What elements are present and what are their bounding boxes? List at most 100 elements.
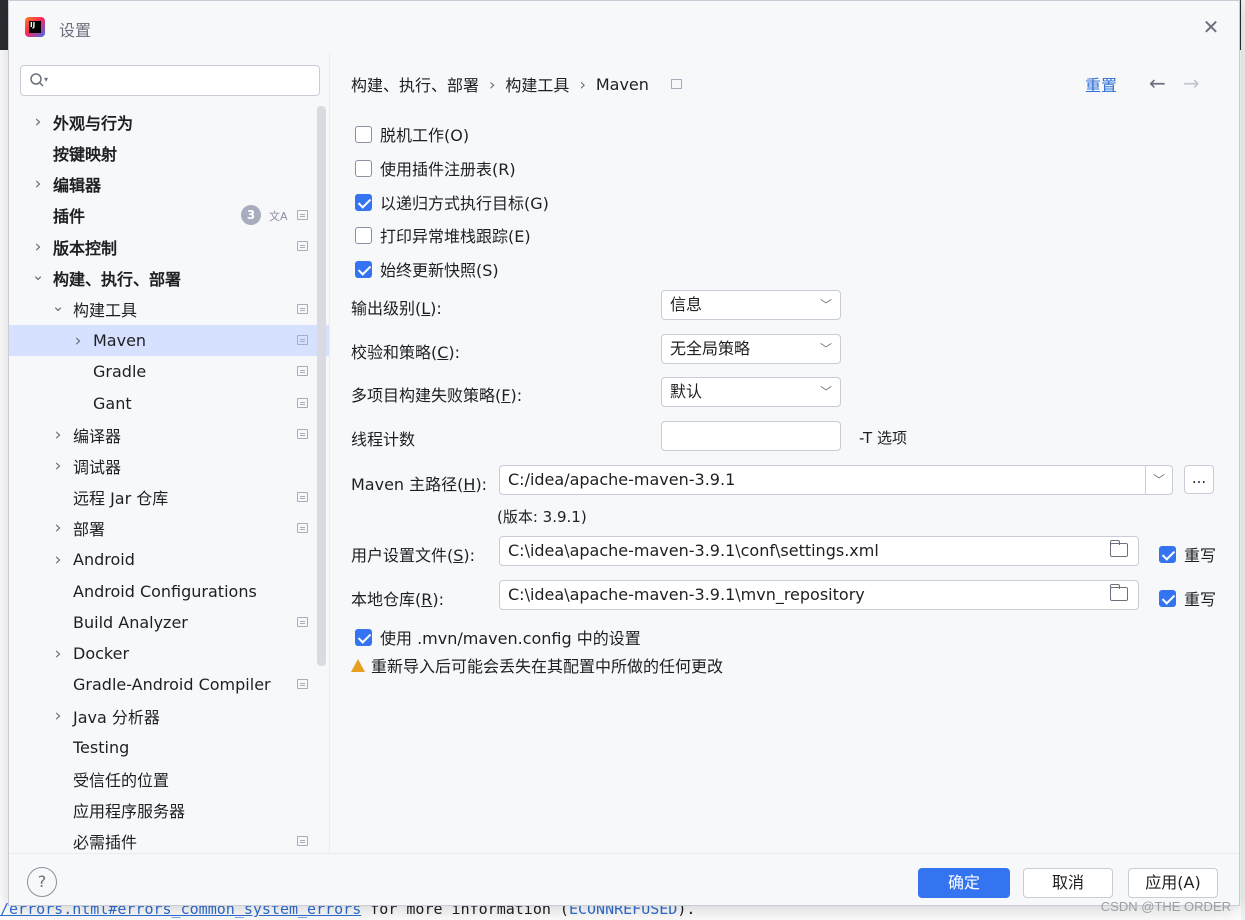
tree-item[interactable]: ⌄ 构建、执行、部署 xyxy=(9,263,329,294)
tree-item[interactable]: 应用程序服务器 xyxy=(9,795,329,826)
project-scope-icon xyxy=(297,335,308,346)
update-snapshots-checkbox[interactable] xyxy=(355,260,372,278)
tree-item-label: Maven xyxy=(93,331,147,351)
checkbox-label: 始终更新快照(S) xyxy=(380,261,499,280)
folder-icon[interactable] xyxy=(1110,540,1128,557)
select-value: 默认 xyxy=(670,382,703,401)
reset-link[interactable]: 重置 xyxy=(1085,72,1117,96)
use-mvn-config-row[interactable]: 使用 .mvn/maven.config 中的设置 xyxy=(355,625,641,649)
tree-item[interactable]: › 编译器 xyxy=(9,419,329,450)
tree-item[interactable]: Gradle xyxy=(9,356,329,387)
search-dropdown-icon[interactable]: ▾ xyxy=(44,75,48,84)
tree-item[interactable]: › 外观与行为 xyxy=(9,106,329,137)
tree-item[interactable]: Android Configurations xyxy=(9,576,329,607)
tree-item[interactable]: › Maven xyxy=(9,325,329,357)
dialog-title: 设置 xyxy=(59,21,92,40)
tree-item-label: Android xyxy=(73,550,135,570)
apply-button[interactable]: 应用(A) xyxy=(1128,868,1218,898)
tree-item[interactable]: › 编辑器 xyxy=(9,169,329,200)
thread-count-input[interactable] xyxy=(661,421,841,451)
tree-item[interactable]: Gradle-Android Compiler xyxy=(9,669,329,700)
maven-home-combo[interactable]: C:/idea/apache-maven-3.9.1 ﹀ xyxy=(499,465,1173,495)
plugin-registry-checkbox-row[interactable]: 使用插件注册表(R) xyxy=(355,156,516,180)
tree-scrollbar[interactable] xyxy=(317,106,326,666)
chevron-right-icon[interactable]: › xyxy=(51,551,65,568)
tree-item[interactable]: › Java 分析器 xyxy=(9,701,329,732)
use-mvn-config-checkbox[interactable] xyxy=(355,628,372,646)
chevron-right-icon[interactable]: › xyxy=(51,426,65,443)
tree-item-label: 插件 xyxy=(53,207,86,227)
tree-item-label: Gradle xyxy=(93,362,147,382)
print-stacktrace-checkbox[interactable] xyxy=(355,226,372,244)
tree-item[interactable]: › Android xyxy=(9,544,329,575)
user-settings-input[interactable]: C:\idea\apache-maven-3.9.1\conf\settings… xyxy=(499,536,1139,566)
tree-item[interactable]: 按键映射 xyxy=(9,137,329,168)
output-level-select[interactable]: 信息 ﹀ xyxy=(661,290,841,320)
local-repo-override-row[interactable]: 重写 xyxy=(1159,586,1216,610)
multiproject-fail-select[interactable]: 默认 ﹀ xyxy=(661,377,841,407)
panel-divider[interactable] xyxy=(329,53,330,853)
local-repo-override-checkbox[interactable] xyxy=(1159,589,1176,607)
cancel-button[interactable]: 取消 xyxy=(1023,868,1113,898)
checksum-policy-select[interactable]: 无全局策略 ﹀ xyxy=(661,334,841,364)
checksum-policy-label: 校验和策略(C): xyxy=(351,343,461,362)
print-stacktrace-checkbox-row[interactable]: 打印异常堆栈跟踪(E) xyxy=(355,223,531,247)
tree-item[interactable]: › 部署 xyxy=(9,513,329,544)
breadcrumb: 构建、执行、部署 › 构建工具 › Maven xyxy=(351,72,682,96)
folder-icon[interactable] xyxy=(1110,584,1128,601)
plugin-registry-checkbox[interactable] xyxy=(355,159,372,177)
browse-maven-home-button[interactable]: ... xyxy=(1184,465,1214,494)
tree-item[interactable]: Gant xyxy=(9,388,329,419)
chevron-right-icon[interactable]: › xyxy=(31,176,45,193)
tree-item[interactable]: Build Analyzer xyxy=(9,607,329,638)
tree-item[interactable]: 必需插件 xyxy=(9,826,329,851)
tree-item[interactable]: › Docker xyxy=(9,638,329,669)
chevron-right-icon[interactable]: › xyxy=(51,457,65,474)
help-button[interactable]: ? xyxy=(27,867,57,897)
tree-item[interactable]: ⌄ 构建工具 xyxy=(9,294,329,325)
settings-search-input[interactable]: ▾ xyxy=(20,65,320,96)
breadcrumb-item[interactable]: 构建、执行、部署 xyxy=(351,72,479,96)
chevron-right-icon[interactable]: › xyxy=(51,645,65,662)
project-scope-icon xyxy=(297,303,308,314)
tree-item-label: 编辑器 xyxy=(53,176,102,196)
offline-checkbox-row[interactable]: 脱机工作(O) xyxy=(355,122,469,146)
tree-item-label: Java 分析器 xyxy=(73,708,160,728)
tree-item[interactable]: › 调试器 xyxy=(9,450,329,481)
recursive-goals-checkbox[interactable] xyxy=(355,193,372,211)
back-arrow-icon[interactable]: ← xyxy=(1149,71,1166,95)
tree-item[interactable]: 插件 3 文A xyxy=(9,200,329,231)
user-settings-override-row[interactable]: 重写 xyxy=(1159,542,1216,566)
user-settings-override-checkbox[interactable] xyxy=(1159,545,1176,563)
tree-item-label: 构建工具 xyxy=(73,301,138,321)
ok-button[interactable]: 确定 xyxy=(918,868,1010,898)
update-snapshots-checkbox-row[interactable]: 始终更新快照(S) xyxy=(355,257,499,281)
chevron-right-icon[interactable]: › xyxy=(31,238,45,255)
local-repo-input[interactable]: C:\idea\apache-maven-3.9.1\mvn_repositor… xyxy=(499,580,1139,610)
checkbox-label: 脱机工作(O) xyxy=(380,126,470,145)
tree-item[interactable]: 远程 Jar 仓库 xyxy=(9,482,329,513)
maven-version-text: (版本: 3.9.1) xyxy=(497,508,587,526)
tree-item[interactable]: › 版本控制 xyxy=(9,231,329,262)
override-label: 重写 xyxy=(1184,546,1217,565)
breadcrumb-item[interactable]: 构建工具 xyxy=(505,72,569,96)
tree-item-label: 受信任的位置 xyxy=(73,770,170,790)
offline-checkbox[interactable] xyxy=(355,125,372,143)
select-value: 无全局策略 xyxy=(670,339,751,358)
checkbox-label: 以递归方式执行目标(G) xyxy=(380,194,549,213)
chevron-right-icon[interactable]: › xyxy=(71,332,85,349)
background-edge xyxy=(1241,0,1245,920)
tree-item[interactable]: 受信任的位置 xyxy=(9,763,329,794)
multiproject-fail-label: 多项目构建失败策略(F): xyxy=(351,386,523,405)
chevron-down-icon[interactable]: ⌄ xyxy=(51,299,65,316)
chevron-down-icon[interactable]: ⌄ xyxy=(31,268,45,285)
tree-item[interactable]: Testing xyxy=(9,732,329,763)
tree-item-label: 调试器 xyxy=(73,457,122,477)
warning-text: 重新导入后可能会丢失在其配置中所做的任何更改 xyxy=(371,657,724,676)
close-icon[interactable]: ✕ xyxy=(1197,13,1225,41)
recursive-goals-checkbox-row[interactable]: 以递归方式执行目标(G) xyxy=(355,190,549,214)
chevron-right-icon[interactable]: › xyxy=(51,520,65,537)
chevron-down-icon[interactable]: ﹀ xyxy=(1145,466,1172,494)
chevron-right-icon[interactable]: › xyxy=(31,113,45,130)
chevron-right-icon[interactable]: › xyxy=(51,708,65,725)
